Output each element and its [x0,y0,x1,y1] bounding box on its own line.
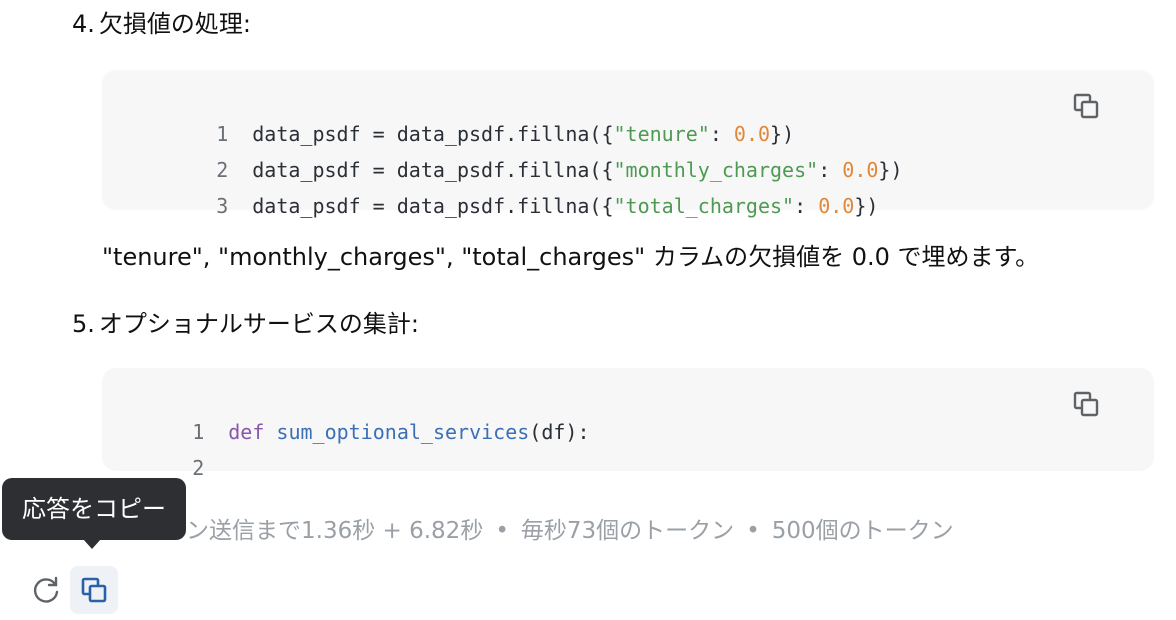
code-string: "total_charges" [613,194,795,218]
code-text: : [794,194,819,218]
stats-rate: 毎秒73個のトークン [520,518,735,544]
copy-response-button[interactable] [70,566,118,614]
step-4-title: 欠損値の処理: [98,10,251,38]
code-text: data_psdf = data_psdf.fillna({ [252,194,614,218]
code-line: 1 def sum_optional_services(df): [102,387,589,444]
fillna-description: "tenure", "monthly_charges", "total_char… [102,243,1040,271]
chat-response: 4. 欠損値の処理: 1 data_psdf = data_psdf.fillna(… [0,0,1176,620]
line-number: 3 [216,194,229,218]
refresh-icon [33,576,59,603]
code-text: }) [854,194,879,218]
copy-icon [1073,93,1099,119]
code-line: 1 data_psdf = data_psdf.fillna({"tenure":… [102,89,794,146]
stats-separator: • [746,518,760,544]
copy-code-button[interactable] [1068,88,1104,124]
code-text: (df): [529,420,590,444]
stats-count: 500個のトークン [771,518,954,544]
code-line: 3 data_psdf = data_psdf.fillna({"total_ch… [102,161,878,218]
code-line: 2 data_psdf = data_psdf.fillna({"monthly_… [102,125,902,182]
step-5-heading: 5. オプショナルサービスの集計: [72,308,419,340]
code-function-name: sum_optional_services [276,420,530,444]
copy-response-tooltip: 応答をコピー [2,478,186,540]
step-4-heading: 4. 欠損値の処理: [72,8,251,40]
code-text: }) [878,158,903,182]
copy-icon [1073,391,1099,417]
step-5-title: オプショナルサービスの集計: [98,310,419,338]
stats-separator: • [495,518,509,544]
step-5-number: 5. [72,310,95,338]
step-4-number: 4. [72,10,95,38]
stats-first-token: ン送信まで1.36秒 + 6.82秒 [186,518,484,544]
copy-icon [81,577,107,603]
regenerate-button[interactable] [22,566,70,614]
code-block-sum-optional: 1 def sum_optional_services(df): 2 [102,368,1154,480]
code-line: 2 [102,423,204,480]
tooltip-arrow [83,539,101,549]
copy-code-button[interactable] [1068,386,1104,422]
code-block-fillna: 1 data_psdf = data_psdf.fillna({"tenure":… [102,70,1154,218]
code-keyword: def [228,420,265,444]
code-number: 0.0 [818,194,855,218]
